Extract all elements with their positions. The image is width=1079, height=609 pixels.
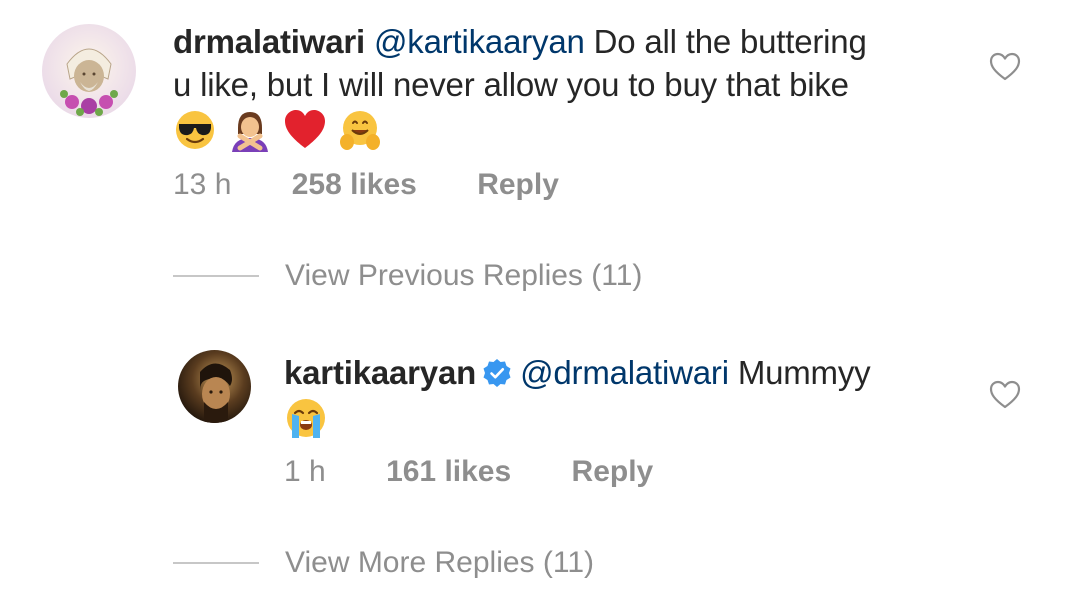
divider-line bbox=[173, 562, 259, 564]
comment-username[interactable]: drmalatiwari bbox=[173, 23, 365, 60]
red-heart-icon bbox=[284, 110, 325, 149]
comment-body: kartikaaryan @drmalatiwari Mummyy bbox=[284, 351, 984, 442]
comment-username[interactable]: kartikaaryan bbox=[284, 354, 476, 391]
person-gesturing-no-icon bbox=[231, 112, 268, 153]
loudly-crying-face-icon bbox=[287, 399, 325, 439]
reply-button[interactable]: Reply bbox=[572, 455, 654, 489]
comment-mention[interactable]: @kartikaaryan bbox=[374, 23, 585, 60]
comment-text: Mummyy bbox=[728, 354, 871, 391]
like-heart-icon[interactable] bbox=[988, 50, 1022, 84]
hugging-face-icon bbox=[339, 111, 380, 151]
comment-body: drmalatiwari @kartikaaryan Do all the bu… bbox=[173, 20, 973, 154]
commenter-avatar[interactable] bbox=[42, 24, 136, 118]
divider-line bbox=[173, 275, 259, 277]
view-more-replies[interactable]: View More Replies (11) bbox=[173, 546, 594, 580]
comment-mention[interactable]: @drmalatiwari bbox=[520, 354, 729, 391]
view-more-replies-label[interactable]: View More Replies (11) bbox=[285, 546, 594, 580]
verified-badge-icon bbox=[483, 359, 511, 387]
smiling-face-with-sunglasses-icon bbox=[176, 111, 214, 150]
comment-likes[interactable]: 161 likes bbox=[386, 455, 511, 489]
comment-timestamp: 13 h bbox=[173, 168, 232, 201]
comment-text-line2: u like, but I will never allow you to bu… bbox=[173, 66, 849, 103]
like-heart-icon[interactable] bbox=[988, 378, 1022, 412]
comment-meta: 13 h 258 likes Reply bbox=[173, 168, 559, 202]
reply-button[interactable]: Reply bbox=[477, 168, 559, 202]
view-previous-replies-label[interactable]: View Previous Replies (11) bbox=[285, 259, 642, 293]
comment-text-line1: Do all the buttering bbox=[584, 23, 867, 60]
view-previous-replies[interactable]: View Previous Replies (11) bbox=[173, 259, 642, 293]
commenter-avatar[interactable] bbox=[178, 350, 251, 423]
comment-likes[interactable]: 258 likes bbox=[292, 168, 417, 202]
comment-meta: 1 h 161 likes Reply bbox=[284, 455, 653, 489]
comment-emoji-row bbox=[284, 394, 984, 442]
comment-timestamp: 1 h bbox=[284, 455, 326, 488]
comment-emoji-row bbox=[173, 106, 973, 154]
